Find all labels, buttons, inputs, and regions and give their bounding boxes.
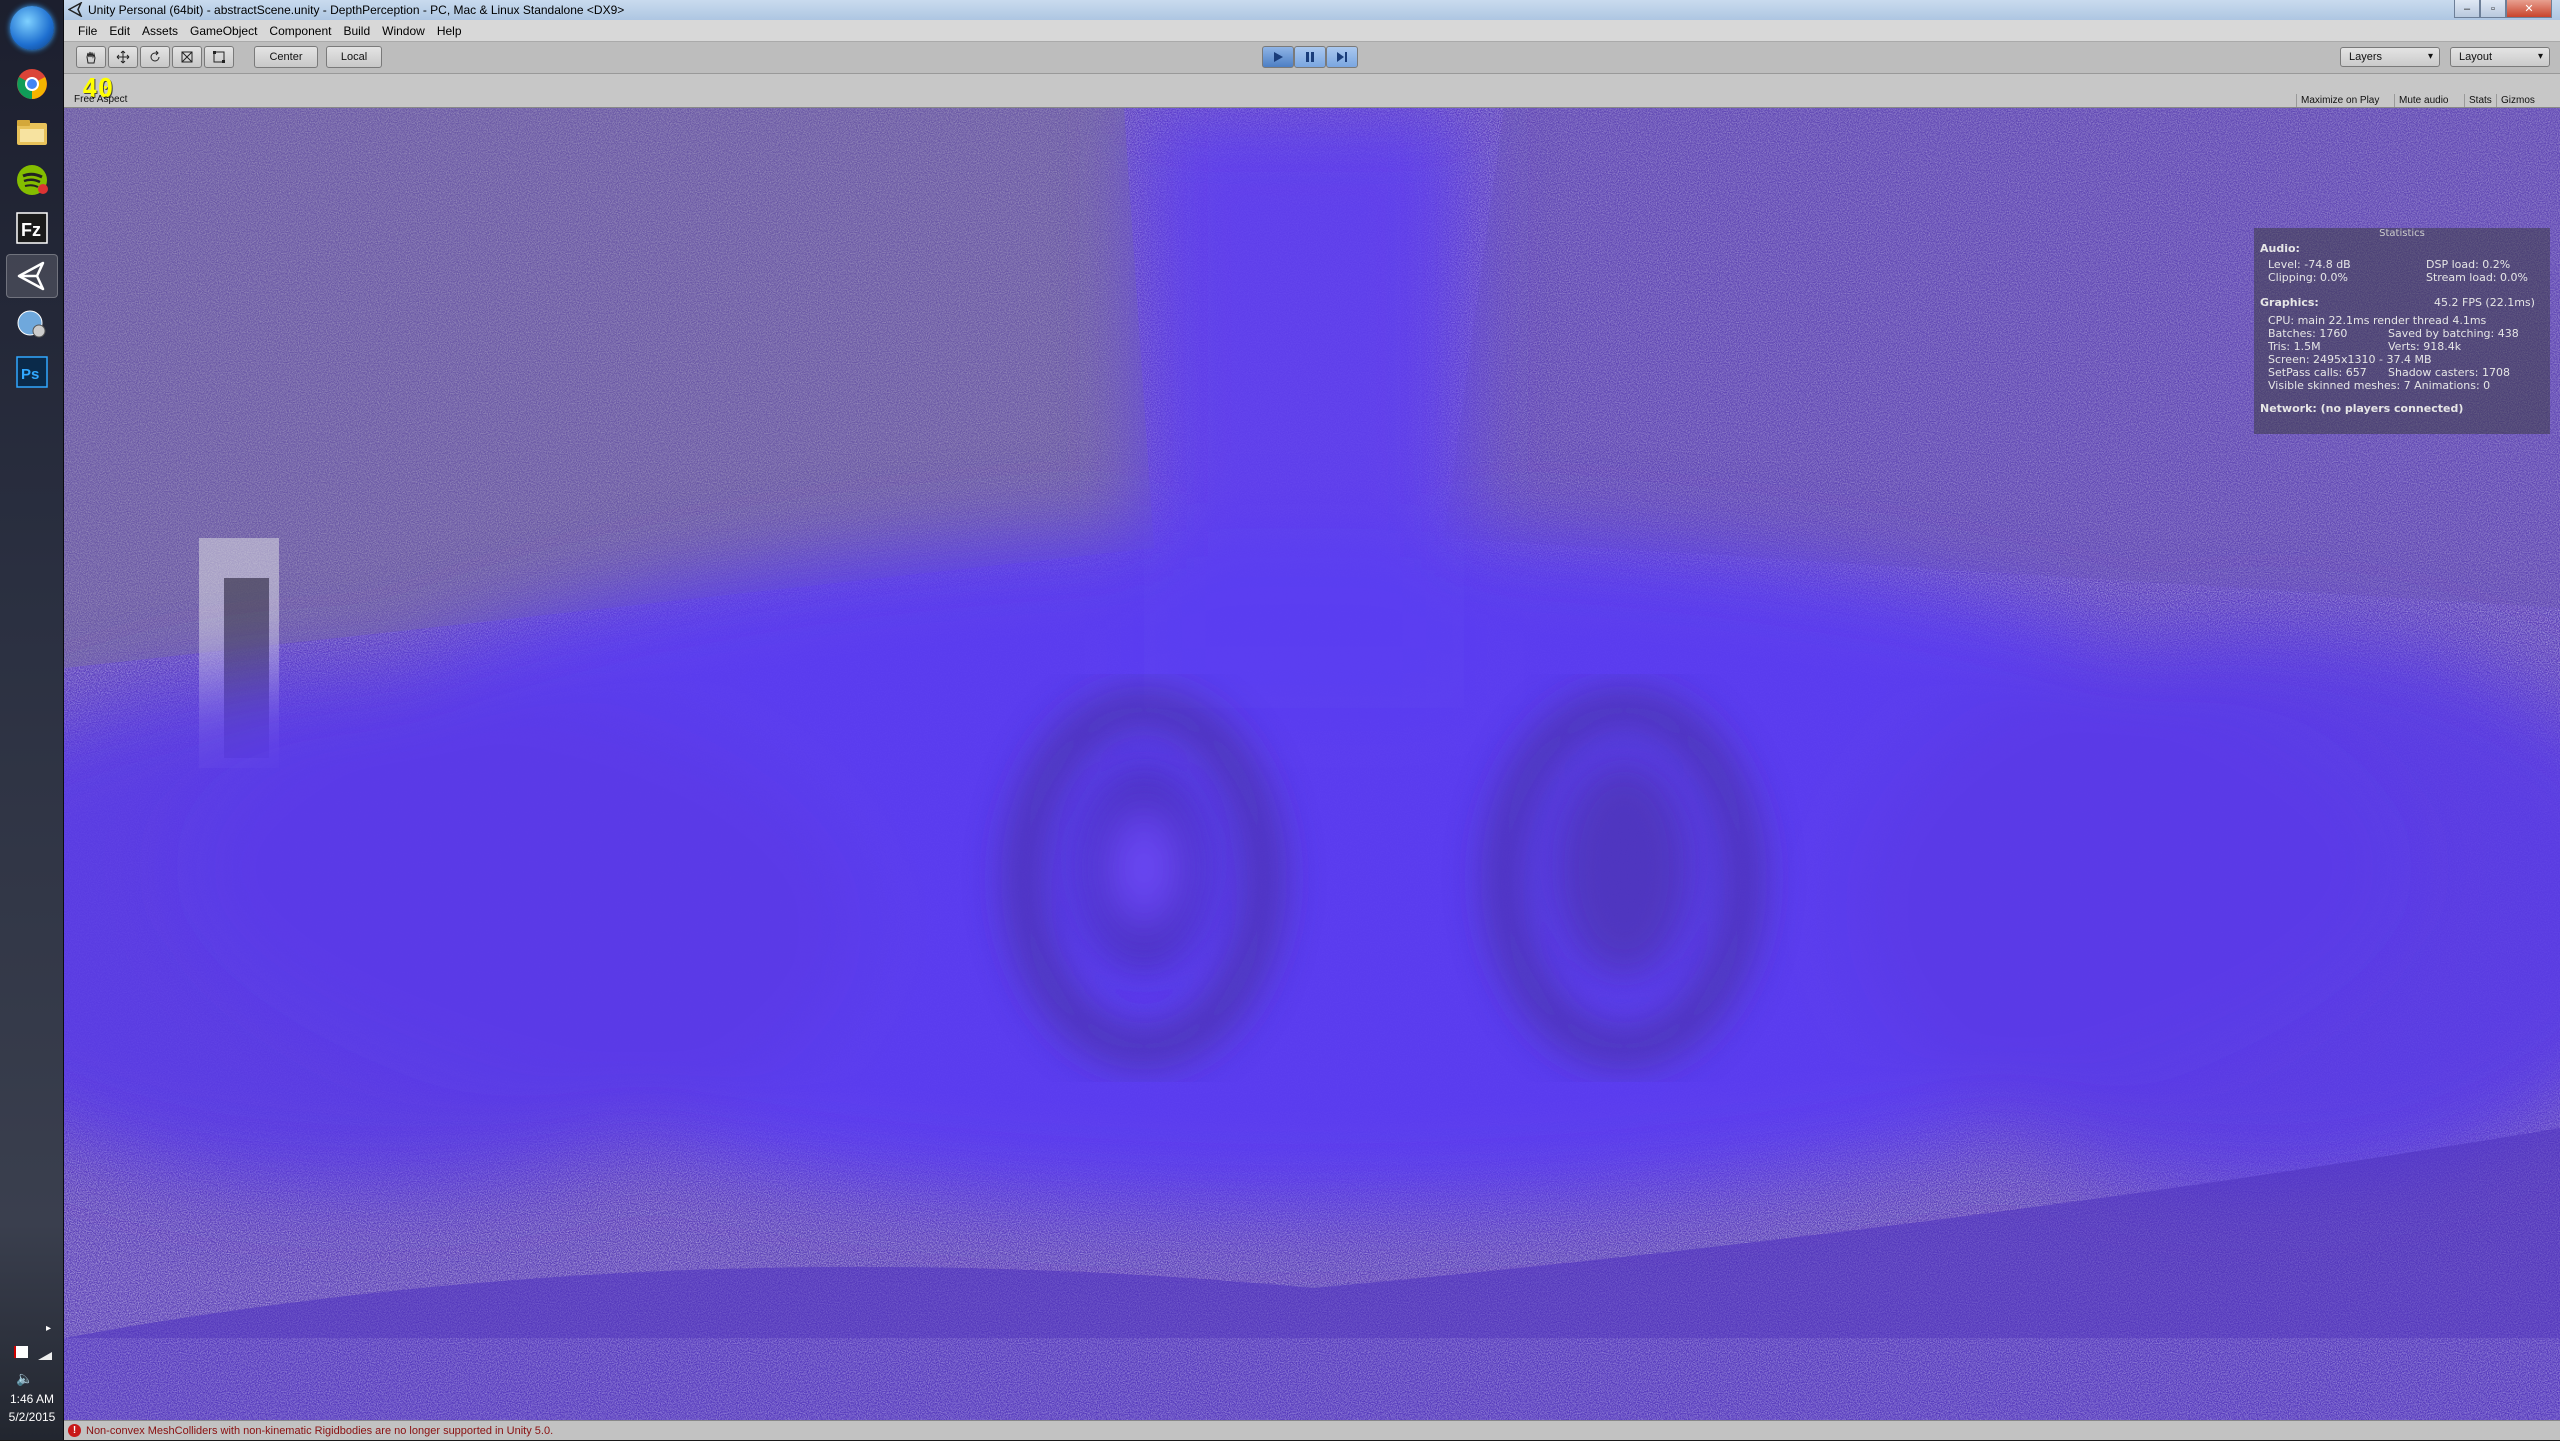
clock-time[interactable]: 1:46 AM [0,1392,64,1406]
mute-audio-toggle[interactable]: Mute audio [2394,94,2452,107]
aspect-dropdown[interactable]: Free Aspect [74,94,127,105]
game-view-viewport[interactable]: Statistics Audio: Level: -74.8 dB Clippi… [64,108,2560,1420]
stats-tris: Tris: 1.5M [2268,340,2321,353]
menu-assets[interactable]: Assets [136,24,184,38]
stats-graphics-heading: Graphics: [2260,296,2319,309]
unity-icon[interactable] [6,254,58,298]
menu-component[interactable]: Component [263,24,337,38]
rotate-tool-button[interactable] [140,46,170,68]
close-button[interactable]: ✕ [2506,0,2552,18]
toolbar: Center Local Layers Layout [64,42,2560,74]
pause-icon [1306,52,1314,62]
space-label: Local [340,51,368,63]
menu-file[interactable]: File [72,24,103,38]
stats-title: Statistics [2379,228,2425,239]
play-button[interactable] [1262,46,1294,68]
title-bar[interactable]: Unity Personal (64bit) - abstractScene.u… [64,0,2560,20]
stats-audio-heading: Audio: [2260,242,2300,255]
stats-screen: Screen: 2495x1310 - 37.4 MB [2268,353,2432,366]
rotate-icon [150,50,160,62]
pivot-label: Center [269,51,303,63]
stats-verts: Verts: 918.4k [2388,340,2462,353]
svg-text:Fz: Fz [21,220,41,240]
game-scene-render [64,108,2560,1420]
scale-icon [181,51,193,63]
game-view-header: 40 Free Aspect Maximize on Play Mute aud… [64,74,2560,108]
tray-expand-icon[interactable]: ▸ [46,1323,51,1334]
statistics-panel: Statistics Audio: Level: -74.8 dB Clippi… [2254,228,2550,434]
start-button[interactable] [10,6,54,50]
step-icon [1337,52,1347,62]
stats-batches: Batches: 1760 [2268,327,2348,340]
clock-date[interactable]: 5/2/2015 [0,1410,64,1424]
chrome-icon[interactable] [6,62,58,106]
svg-text:Ps: Ps [21,366,39,383]
stats-skinned-meshes: Visible skinned meshes: 7 Animations: 0 [2268,379,2491,392]
rect-tool-button[interactable] [204,46,234,68]
step-button[interactable] [1326,46,1358,68]
stats-cpu: CPU: main 22.1ms render thread 4.1ms [2268,314,2487,327]
menu-bar: File Edit Assets GameObject Component Bu… [64,20,2560,42]
menu-edit[interactable]: Edit [103,24,136,38]
window-title: Unity Personal (64bit) - abstractScene.u… [88,3,625,17]
rect-icon [213,51,225,63]
unity-logo-icon [68,2,83,17]
stats-stream-load: Stream load: 0.0% [2426,271,2528,284]
layout-dropdown[interactable]: Layout [2450,47,2550,67]
taskbar: Fz Ps ▸ 🔈 1:46 AM 5/2/2015 [0,0,64,1440]
filezilla-icon[interactable]: Fz [6,206,58,250]
stats-shadow-casters: Shadow casters: 1708 [2388,366,2510,379]
volume-icon[interactable]: 🔈 [16,1370,33,1387]
minimize-button[interactable]: – [2454,0,2480,18]
move-tool-button[interactable] [108,46,138,68]
photoshop-icon[interactable]: Ps [6,350,58,394]
play-icon [1274,52,1283,62]
error-icon: ! [68,1424,81,1437]
layers-dropdown[interactable]: Layers [2340,47,2440,67]
stats-level: Level: -74.8 dB [2268,258,2351,271]
hand-tool-button[interactable] [76,46,106,68]
stats-fps: 45.2 FPS (22.1ms) [2434,296,2535,309]
scale-tool-button[interactable] [172,46,202,68]
status-bar[interactable]: ! Non-convex MeshColliders with non-kine… [64,1420,2560,1440]
file-explorer-icon[interactable] [6,110,58,154]
move-icon [116,50,130,64]
signal-icon[interactable] [38,1350,52,1360]
maximize-on-play-toggle[interactable]: Maximize on Play [2296,94,2383,107]
hand-icon [86,51,96,64]
menu-gameobject[interactable]: GameObject [184,24,263,38]
network-icon[interactable] [6,302,58,346]
stats-dsp-load: DSP load: 0.2% [2426,258,2511,271]
menu-window[interactable]: Window [376,24,431,38]
flag-icon[interactable] [14,1346,28,1358]
stats-clipping: Clipping: 0.0% [2268,271,2348,284]
unity-window: Unity Personal (64bit) - abstractScene.u… [64,0,2560,1440]
stats-toggle[interactable]: Stats [2464,94,2496,107]
menu-build[interactable]: Build [337,24,376,38]
pivot-local-button[interactable]: Local [326,46,382,68]
menu-help[interactable]: Help [431,24,468,38]
stats-network: Network: (no players connected) [2260,402,2464,415]
pivot-center-button[interactable]: Center [254,46,318,68]
stats-setpass: SetPass calls: 657 [2268,366,2367,379]
stats-saved-batching: Saved by batching: 438 [2388,327,2519,340]
maximize-button[interactable]: ▫ [2480,0,2506,18]
status-message: Non-convex MeshColliders with non-kinema… [86,1425,554,1437]
spotify-icon[interactable] [6,158,58,202]
pause-button[interactable] [1294,46,1326,68]
gizmos-dropdown[interactable]: Gizmos [2496,94,2539,107]
